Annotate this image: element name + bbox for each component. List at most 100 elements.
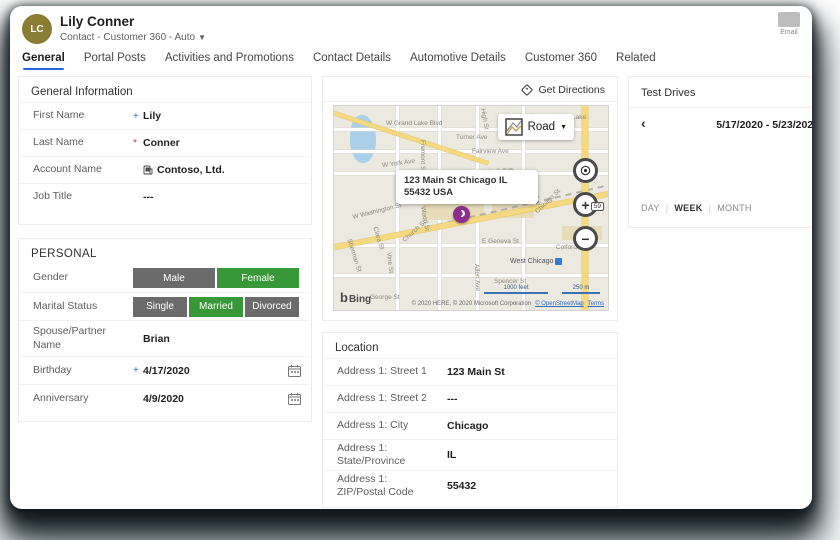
- tab-activities-and-promotions[interactable]: Activities and Promotions: [165, 52, 294, 70]
- field-street1: Address 1: Street 1 123 Main St: [323, 358, 617, 385]
- chevron-down-icon: ▼: [560, 123, 567, 131]
- view-week[interactable]: WEEK: [674, 203, 702, 213]
- field-zip: Address 1: ZIP/Postal Code 55432: [323, 470, 617, 501]
- marital-option-married[interactable]: Married: [189, 296, 243, 317]
- email-widget[interactable]: Email: [772, 12, 806, 36]
- gender-option-female[interactable]: Female: [217, 268, 299, 288]
- field-value[interactable]: 4/9/2020: [143, 393, 184, 405]
- tab-general[interactable]: General: [22, 52, 65, 70]
- account-link[interactable]: Contoso, Ltd.: [143, 164, 225, 176]
- field-value[interactable]: 123 Main St: [447, 366, 505, 378]
- street-label: Fremont St: [419, 140, 426, 173]
- field-label: Anniversary: [33, 391, 89, 404]
- map-style-label: Road: [527, 121, 556, 133]
- section-title: PERSONAL: [31, 248, 97, 260]
- field-birthday: Birthday + 4/17/2020: [19, 356, 311, 384]
- field-first-name: First Name + Lily: [19, 102, 311, 129]
- field-label: First Name: [33, 109, 85, 122]
- zoom-out-button[interactable]: −: [573, 226, 598, 251]
- street-label: Allen Ave: [473, 264, 481, 292]
- tab-bar: General Portal Posts Activities and Prom…: [22, 52, 656, 70]
- record-subtitle: Contact - Customer 360 - Auto: [60, 32, 196, 43]
- field-spouse: Spouse/Partner Name Brian: [19, 320, 311, 356]
- route-shield: 59: [590, 202, 604, 211]
- map-style-dropdown[interactable]: Road ▼: [497, 114, 574, 140]
- recommended-mark: +: [133, 110, 139, 122]
- location-card: Location Address 1: Street 1 123 Main St…: [322, 332, 618, 508]
- terms-link[interactable]: Terms: [588, 301, 604, 307]
- field-label: Address 1: ZIP/Postal Code: [337, 472, 414, 498]
- recommended-mark: +: [133, 365, 139, 376]
- field-value[interactable]: ---: [447, 393, 458, 405]
- gender-toggle: Male Female: [133, 268, 299, 288]
- avatar: LC: [22, 14, 52, 44]
- field-city: Address 1: City Chicago: [323, 412, 617, 439]
- gender-option-male[interactable]: Male: [133, 268, 215, 288]
- field-label: Address 1: City: [337, 419, 409, 432]
- general-information-card: General Information First Name + Lily La…: [18, 76, 312, 225]
- field-label: Address 1: Street 1: [337, 365, 427, 378]
- field-value: Contoso, Ltd.: [157, 164, 225, 176]
- calendar-view-switch: DAY | WEEK | MONTH: [641, 203, 752, 213]
- email-label: Email: [780, 29, 798, 36]
- street-label: Vine St: [385, 252, 395, 274]
- chevron-down-icon: ▼: [198, 33, 206, 42]
- app-window: LC Lily Conner Contact - Customer 360 - …: [10, 6, 812, 509]
- bing-map[interactable]: W Grand Lake Blvd E Grand Lake Turner Av…: [333, 105, 609, 311]
- calendar-icon[interactable]: [288, 392, 301, 405]
- get-directions-button[interactable]: Get Directions: [521, 84, 605, 96]
- tab-customer-360[interactable]: Customer 360: [525, 52, 597, 70]
- field-value[interactable]: Chicago: [447, 420, 488, 432]
- tab-automotive-details[interactable]: Automotive Details: [410, 52, 506, 70]
- date-range: 5/17/2020 - 5/23/2020: [716, 119, 812, 131]
- view-month[interactable]: MONTH: [717, 203, 752, 213]
- email-icon: [778, 12, 800, 27]
- street-label: Turner Ave: [456, 134, 488, 141]
- field-value[interactable]: IL: [447, 449, 456, 461]
- osm-link[interactable]: © OpenStreetMap: [535, 301, 583, 307]
- map-road: [334, 150, 608, 153]
- field-value[interactable]: Brian: [143, 333, 170, 345]
- locate-me-button[interactable]: [573, 158, 598, 183]
- directions-icon: [521, 84, 533, 96]
- station-label: West Chicago: [510, 258, 563, 265]
- transit-icon: [555, 258, 563, 265]
- field-account-name: Account Name Contoso, Ltd.: [19, 156, 311, 183]
- tab-contact-details[interactable]: Contact Details: [313, 52, 391, 70]
- field-value[interactable]: ---: [143, 191, 154, 203]
- bing-logo[interactable]: bBing: [340, 290, 371, 305]
- field-label: Job Title: [33, 190, 73, 203]
- field-value[interactable]: 55432: [447, 480, 476, 492]
- tab-related[interactable]: Related: [616, 52, 656, 70]
- get-directions-label: Get Directions: [538, 84, 605, 96]
- field-value[interactable]: 4/17/2020: [143, 365, 190, 377]
- field-value[interactable]: Conner: [143, 137, 180, 149]
- map-tooltip: 123 Main St Chicago IL 55432 USA: [396, 170, 538, 204]
- view-day[interactable]: DAY: [641, 203, 660, 213]
- calendar-icon[interactable]: [288, 364, 301, 377]
- field-state: Address 1: State/Province IL: [323, 439, 617, 470]
- field-anniversary: Anniversary 4/9/2020: [19, 384, 311, 412]
- tab-portal-posts[interactable]: Portal Posts: [84, 52, 146, 70]
- section-title: Location: [335, 342, 379, 354]
- street-label: E Geneva St: [482, 238, 519, 245]
- marital-status-toggle: Single Married Divorced: [133, 296, 299, 317]
- street-label: Spencer St: [494, 278, 527, 285]
- field-street2: Address 1: Street 2 ---: [323, 385, 617, 412]
- map-style-icon: [504, 118, 523, 136]
- field-label: Last Name: [33, 136, 84, 149]
- marital-option-divorced[interactable]: Divorced: [245, 296, 299, 317]
- field-label: Address 1: State/Province: [337, 441, 406, 467]
- personal-card: PERSONAL Gender Male Female Marital Stat…: [18, 238, 312, 422]
- field-last-name: Last Name * Conner: [19, 129, 311, 156]
- marital-option-single[interactable]: Single: [133, 296, 187, 317]
- street-label: George St: [370, 294, 400, 301]
- field-label: Spouse/Partner Name: [33, 325, 106, 351]
- map-scale: 1000 feet 250 m: [484, 285, 600, 294]
- map-attribution: © 2020 HERE, © 2020 Microsoft Corporatio…: [411, 301, 604, 307]
- field-marital-status: Marital Status Single Married Divorced: [19, 292, 311, 320]
- map-pin: [453, 206, 470, 223]
- field-value[interactable]: Lily: [143, 110, 161, 122]
- record-form-selector[interactable]: Contact - Customer 360 - Auto ▼: [60, 32, 206, 43]
- required-mark: *: [133, 137, 137, 149]
